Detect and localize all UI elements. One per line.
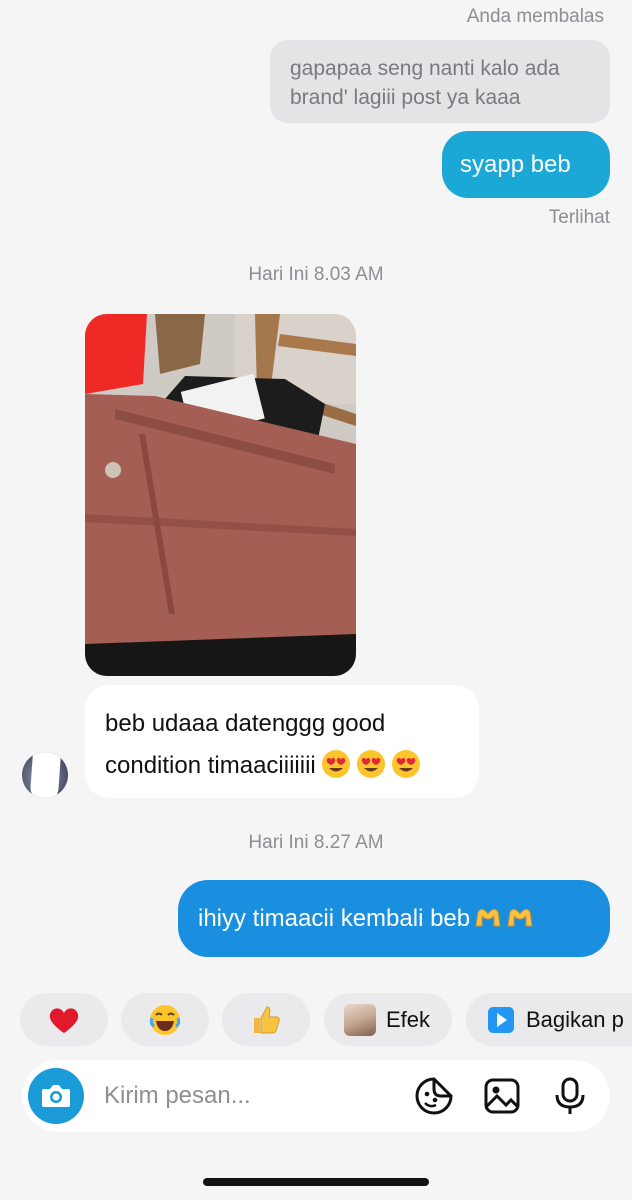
thumbs-up-icon <box>254 1005 280 1033</box>
effects-button[interactable]: Efek <box>324 993 452 1046</box>
reply-label: Anda membalas <box>466 6 604 27</box>
message-composer[interactable]: Kirim pesan... <box>22 1060 610 1132</box>
seen-status: Terlihat <box>548 207 610 228</box>
quick-reply-heart[interactable] <box>20 993 108 1046</box>
incoming-message[interactable]: beb udaaa datenggg good condition timaac… <box>85 685 479 798</box>
effects-label: Efek <box>386 1006 431 1032</box>
heart-eyes-emoji-icon <box>356 750 385 778</box>
photo-message[interactable] <box>85 314 356 676</box>
heart-hands-emoji-icon <box>507 908 533 927</box>
quick-reply-thumbs-up[interactable] <box>222 993 310 1046</box>
outgoing-message-text: ihiyy timaacii kembali beb <box>198 905 471 932</box>
sticker-icon[interactable] <box>414 1076 454 1116</box>
share-button[interactable]: Bagikan p <box>466 993 632 1046</box>
camera-icon <box>42 1085 70 1107</box>
heart-icon <box>49 1007 79 1033</box>
share-label: Bagikan p <box>526 1006 624 1032</box>
outgoing-message[interactable]: ihiyy timaacii kembali beb <box>178 880 610 957</box>
effect-thumbnail <box>344 1003 376 1036</box>
avatar[interactable] <box>22 752 68 798</box>
photo-image <box>85 314 356 676</box>
gallery-icon[interactable] <box>482 1076 522 1116</box>
heart-hands-emoji-icon <box>475 908 501 927</box>
quoted-message[interactable]: gapapaa seng nanti kalo ada brand' lagii… <box>270 40 610 123</box>
heart-eyes-emoji-icon <box>391 750 420 778</box>
heart-eyes-emoji-icon <box>321 750 350 778</box>
message-input[interactable]: Kirim pesan... <box>104 1082 251 1110</box>
laughing-emoji-icon <box>149 1004 181 1035</box>
timestamp: Hari Ini 8.27 AM <box>248 832 384 853</box>
outgoing-message[interactable]: syapp beb <box>442 131 610 198</box>
share-icon <box>488 1006 514 1033</box>
microphone-icon[interactable] <box>550 1076 590 1116</box>
timestamp: Hari Ini 8.03 AM <box>248 264 384 285</box>
quick-reply-laughing[interactable] <box>121 993 209 1046</box>
camera-button[interactable] <box>28 1068 84 1124</box>
home-indicator <box>203 1178 429 1186</box>
